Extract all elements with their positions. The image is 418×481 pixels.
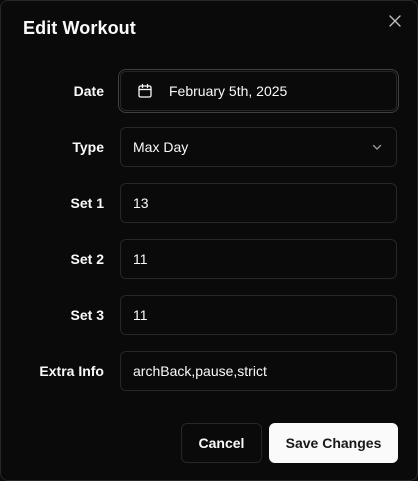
extra-info-value: archBack,pause,strict — [133, 363, 267, 379]
date-row: Date February 5th, 2025 — [1, 71, 418, 111]
dialog-title: Edit Workout — [23, 18, 136, 38]
set1-value: 13 — [133, 195, 149, 211]
set3-row: Set 3 11 — [1, 295, 418, 335]
close-button[interactable] — [387, 13, 403, 29]
set3-value: 11 — [133, 307, 148, 323]
set2-label: Set 2 — [70, 251, 104, 267]
chevron-down-icon — [370, 140, 384, 154]
set3-input[interactable]: 11 — [120, 295, 397, 335]
date-value: February 5th, 2025 — [169, 83, 288, 99]
type-select[interactable]: Max Day — [120, 127, 397, 167]
set3-label: Set 3 — [70, 307, 104, 323]
date-picker-button[interactable]: February 5th, 2025 — [120, 71, 397, 111]
extra-info-input[interactable]: archBack,pause,strict — [120, 351, 397, 391]
type-value: Max Day — [133, 139, 189, 155]
date-label: Date — [73, 83, 104, 99]
set2-input[interactable]: 11 — [120, 239, 397, 279]
set1-label: Set 1 — [70, 195, 104, 211]
extra-info-label: Extra Info — [39, 363, 104, 379]
cancel-button[interactable]: Cancel — [181, 423, 262, 463]
set1-input[interactable]: 13 — [120, 183, 397, 223]
calendar-icon — [137, 83, 153, 99]
type-label: Type — [72, 139, 104, 155]
save-changes-button[interactable]: Save Changes — [269, 423, 398, 463]
set2-value: 11 — [133, 251, 148, 267]
set1-row: Set 1 13 — [1, 183, 418, 223]
set2-row: Set 2 11 — [1, 239, 418, 279]
type-row: Type Max Day — [1, 127, 418, 167]
extra-info-row: Extra Info archBack,pause,strict — [1, 351, 418, 391]
close-icon — [389, 15, 401, 27]
edit-workout-dialog: Edit Workout Date February 5th, 2025 Typ… — [0, 0, 418, 481]
